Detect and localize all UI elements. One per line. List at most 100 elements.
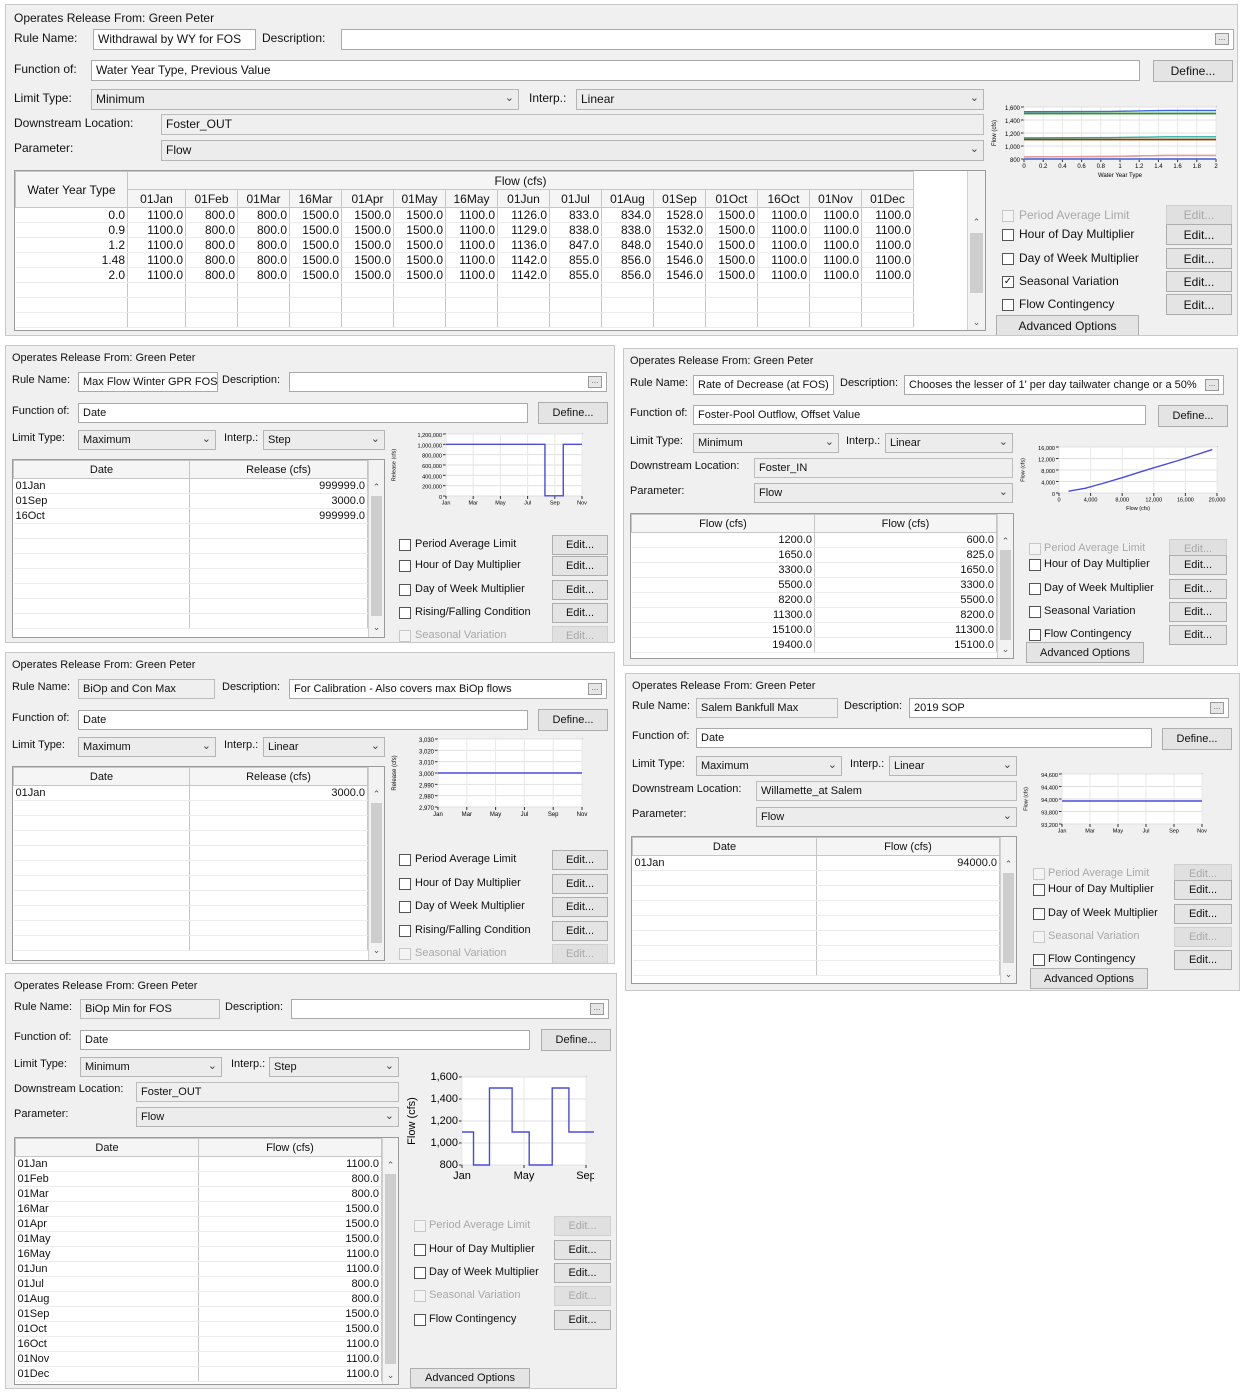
day-of-week-checkbox[interactable] [1002, 253, 1014, 265]
value-cell[interactable]: 5500.0 [814, 592, 997, 608]
flow-cell[interactable]: 1100.0 [127, 237, 186, 253]
flow-contingency-checkbox[interactable] [1033, 954, 1045, 966]
empty-cell[interactable] [13, 553, 190, 569]
table-scrollbar[interactable]: ⌃ ⌄ [382, 1138, 398, 1384]
empty-row[interactable] [13, 860, 368, 876]
empty-cell[interactable] [816, 945, 1000, 961]
empty-cell[interactable] [445, 297, 498, 313]
advanced-options-button[interactable]: Advanced Options [410, 1368, 530, 1388]
empty-cell[interactable] [13, 935, 190, 951]
water-year-type-cell[interactable]: 0.0 [15, 207, 128, 223]
downstream-location-field[interactable]: Foster_OUT [136, 1082, 399, 1102]
flow-cell[interactable]: 1500.0 [393, 207, 446, 223]
scroll-thumb[interactable] [1003, 873, 1014, 963]
scroll-up-icon[interactable]: ⌃ [1001, 859, 1016, 870]
define-button[interactable]: Define... [541, 1029, 611, 1051]
rule-name-field[interactable]: BiOp Min for FOS [80, 999, 220, 1019]
flow-contingency-edit-button[interactable]: Edit... [1166, 294, 1232, 315]
interp-select[interactable]: Step ⌄ [269, 1057, 399, 1077]
table-scrollbar[interactable]: ⌃ ⌄ [1000, 837, 1016, 983]
flow-cell[interactable]: 1528.0 [653, 207, 706, 223]
flow-cell[interactable]: 1100.0 [445, 267, 498, 283]
empty-cell[interactable] [13, 875, 190, 891]
flow-cell[interactable]: 800.0 [185, 207, 238, 223]
scroll-up-icon[interactable]: ⌃ [968, 217, 985, 228]
empty-cell[interactable] [816, 900, 1000, 916]
date-release-table[interactable]: Date Release (cfs) 01Jan 3000.0 ⌃ ⌄ [12, 766, 385, 961]
value-cell[interactable]: 800.0 [198, 1171, 382, 1187]
empty-cell[interactable] [445, 282, 498, 298]
day-of-week-checkbox[interactable] [1033, 908, 1045, 920]
period-average-edit-button[interactable]: Edit... [552, 850, 608, 870]
flow-cell[interactable]: 1100.0 [445, 207, 498, 223]
scroll-thumb[interactable] [970, 233, 983, 293]
rule-name-field[interactable]: BiOp and Con Max [78, 679, 215, 699]
empty-cell[interactable] [632, 915, 817, 931]
value-cell[interactable]: 999999.0 [189, 478, 368, 494]
key-cell[interactable]: 01Jul [15, 1276, 199, 1292]
empty-cell[interactable] [549, 282, 602, 298]
empty-cell[interactable] [13, 890, 190, 906]
flow-cell[interactable]: 1100.0 [757, 237, 810, 253]
date-flow-table[interactable]: Date Flow (cfs) 01Jan 1100.0 01Feb 800.0 01M… [14, 1137, 399, 1385]
scroll-thumb[interactable] [371, 496, 382, 616]
empty-cell[interactable] [189, 890, 368, 906]
day-of-week-checkbox[interactable] [1029, 583, 1041, 595]
downstream-location-field[interactable]: Foster_OUT [161, 114, 984, 135]
empty-row[interactable] [13, 523, 368, 539]
flow-cell[interactable]: 1500.0 [393, 237, 446, 253]
flow-cell[interactable]: 1500.0 [289, 222, 342, 238]
empty-cell[interactable] [809, 282, 862, 298]
limit-type-select[interactable]: Maximum ⌄ [78, 737, 216, 757]
value-cell[interactable]: 1500.0 [198, 1321, 382, 1337]
day-of-week-edit-button[interactable]: Edit... [552, 580, 608, 600]
flow-cell[interactable]: 1500.0 [341, 252, 394, 268]
flow-cell[interactable]: 800.0 [237, 237, 290, 253]
hour-of-day-checkbox[interactable] [1002, 229, 1014, 241]
interp-select[interactable]: Linear ⌄ [889, 756, 1017, 776]
empty-cell[interactable] [601, 282, 654, 298]
limit-type-select[interactable]: Maximum ⌄ [696, 756, 842, 776]
empty-cell[interactable] [816, 915, 1000, 931]
flow-cell[interactable]: 838.0 [549, 222, 602, 238]
flow-cell[interactable]: 1500.0 [341, 207, 394, 223]
limit-type-select[interactable]: Minimum ⌄ [693, 433, 839, 453]
value-cell[interactable]: 800.0 [198, 1291, 382, 1307]
key-cell[interactable]: 01Apr [15, 1216, 199, 1232]
flow-cell[interactable]: 855.0 [549, 252, 602, 268]
description-field[interactable]: 2019 SOP... [909, 698, 1229, 718]
flow-cell[interactable]: 1136.0 [497, 237, 550, 253]
flow-cell[interactable]: 1129.0 [497, 222, 550, 238]
table-row[interactable]: 15100.0 11300.0 [631, 622, 997, 638]
empty-cell[interactable] [189, 800, 368, 816]
flow-cell[interactable]: 800.0 [237, 207, 290, 223]
empty-cell[interactable] [653, 312, 706, 328]
table-scrollbar[interactable]: ⌃ ⌄ [368, 460, 384, 637]
value-cell[interactable]: 800.0 [198, 1186, 382, 1202]
interp-select[interactable]: Step ⌄ [263, 430, 385, 450]
description-browse-button[interactable]: ... [1210, 702, 1224, 714]
downstream-location-field[interactable]: Foster_IN [754, 458, 1013, 478]
empty-cell[interactable] [861, 312, 914, 328]
hour-of-day-checkbox[interactable] [1033, 884, 1045, 896]
description-browse-button[interactable]: ... [588, 683, 602, 695]
flow-cell[interactable]: 1540.0 [653, 237, 706, 253]
define-button[interactable]: Define... [538, 402, 608, 424]
flow-cell[interactable]: 1100.0 [445, 237, 498, 253]
flow-cell[interactable]: 1500.0 [705, 207, 758, 223]
period-average-checkbox[interactable] [399, 539, 411, 551]
empty-cell[interactable] [15, 282, 128, 298]
flow-cell[interactable]: 1100.0 [861, 222, 914, 238]
parameter-select[interactable]: Flow ⌄ [756, 807, 1017, 827]
period-average-checkbox[interactable] [1002, 210, 1014, 222]
empty-cell[interactable] [13, 800, 190, 816]
value-cell[interactable]: 94000.0 [816, 855, 1000, 871]
hour-of-day-checkbox[interactable] [399, 878, 411, 890]
scroll-thumb[interactable] [371, 803, 382, 943]
flow-contingency-edit-button[interactable]: Edit... [1169, 625, 1227, 645]
parameter-select[interactable]: Flow ⌄ [754, 483, 1013, 503]
value-cell[interactable]: 3300.0 [814, 577, 997, 593]
table-row[interactable]: 01Nov 1100.0 [15, 1351, 382, 1367]
key-cell[interactable]: 01Jan [15, 1156, 199, 1172]
empty-cell[interactable] [189, 583, 368, 599]
